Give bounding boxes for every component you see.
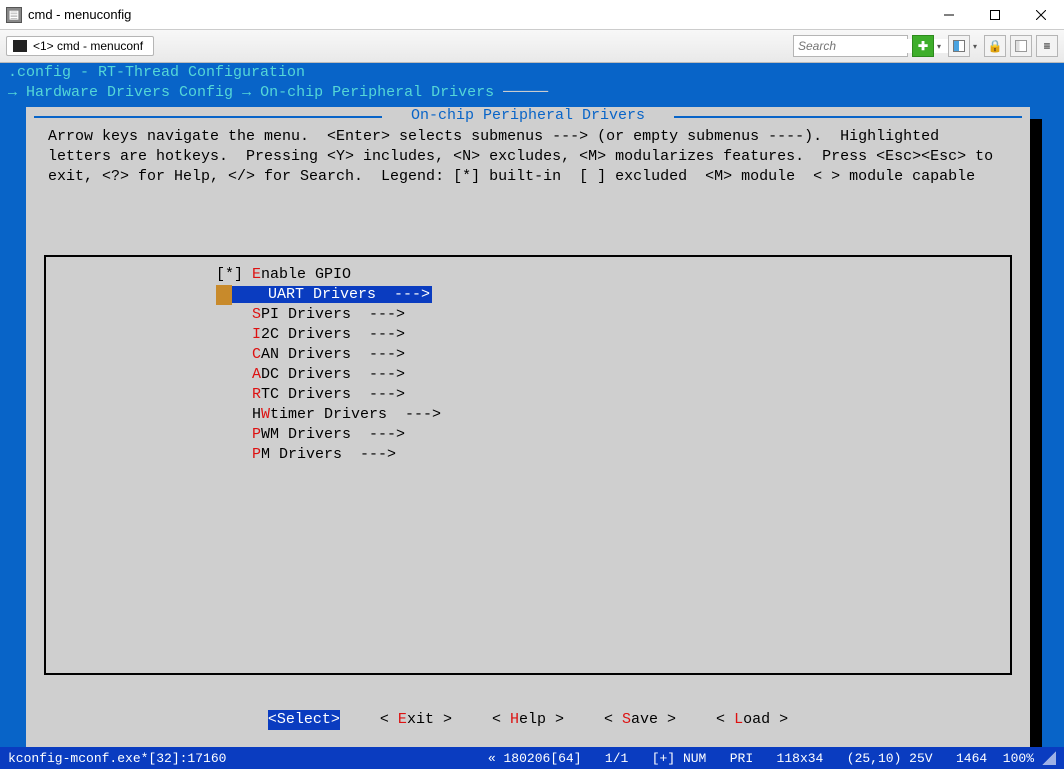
app-icon: ▤	[6, 7, 22, 23]
resize-grip-icon[interactable]	[1042, 751, 1056, 765]
window-title: cmd - menuconfig	[28, 7, 131, 22]
terminal-tab[interactable]: <1> cmd - menuconf	[6, 36, 154, 56]
menu-item[interactable]: UART Drivers --->	[216, 285, 432, 305]
exit-button[interactable]: < Exit >	[380, 710, 452, 730]
new-tab-dropdown[interactable]: ▾	[934, 42, 944, 51]
menu-item[interactable]: PWM Drivers --->	[216, 425, 441, 445]
lock-icon: 🔒	[988, 39, 1003, 53]
help-button[interactable]: < Help >	[492, 710, 564, 730]
lock-button[interactable]: 🔒	[984, 35, 1006, 57]
help-text: Arrow keys navigate the menu. <Enter> se…	[26, 127, 1030, 187]
split-icon	[953, 40, 965, 52]
menu-button[interactable]: ≡	[1036, 35, 1058, 57]
close-button[interactable]	[1018, 0, 1064, 30]
menu-item[interactable]: I2C Drivers --->	[216, 325, 441, 345]
terminal-icon	[13, 40, 27, 52]
breadcrumb: → Hardware Drivers Config → On-chip Peri…	[0, 83, 1064, 103]
plus-icon: ✚	[918, 39, 928, 53]
hamburger-icon: ≡	[1043, 39, 1050, 53]
save-button[interactable]: < Save >	[604, 710, 676, 730]
load-button[interactable]: < Load >	[716, 710, 788, 730]
menu-frame: [*] Enable GPIO UART Drivers ---> SPI Dr…	[44, 255, 1012, 675]
titlebar: ▤ cmd - menuconfig	[0, 0, 1064, 30]
status-right: « 180206[64] 1/1 [+] NUM PRI 118x34 (25,…	[488, 751, 1034, 766]
menu-item[interactable]: HWtimer Drivers --->	[216, 405, 441, 425]
status-left: kconfig-mconf.exe*[32]:17160	[8, 751, 226, 766]
button-row: <Select> < Exit > < Help > < Save > < Lo…	[26, 710, 1030, 730]
menuconfig-panel: On-chip Peripheral Drivers Arrow keys na…	[26, 107, 1030, 747]
panel-title-row: On-chip Peripheral Drivers	[26, 107, 1030, 127]
menu-item[interactable]: SPI Drivers --->	[216, 305, 441, 325]
maximize-icon	[990, 10, 1000, 20]
menu-list[interactable]: [*] Enable GPIO UART Drivers ---> SPI Dr…	[216, 265, 441, 465]
shadow	[1028, 119, 1042, 747]
new-tab-button[interactable]: ✚	[912, 35, 934, 57]
panel-button[interactable]	[1010, 35, 1032, 57]
menu-item[interactable]: CAN Drivers --->	[216, 345, 441, 365]
menu-item[interactable]: RTC Drivers --->	[216, 385, 441, 405]
terminal[interactable]: .config - RT-Thread Configuration → Hard…	[0, 63, 1064, 747]
maximize-button[interactable]	[972, 0, 1018, 30]
config-path: .config - RT-Thread Configuration	[8, 64, 305, 81]
menu-item[interactable]: ADC Drivers --->	[216, 365, 441, 385]
panel-icon	[1015, 40, 1027, 52]
split-dropdown[interactable]: ▾	[970, 42, 980, 51]
split-button[interactable]	[948, 35, 970, 57]
menu-item[interactable]: PM Drivers --->	[216, 445, 441, 465]
minimize-icon	[944, 10, 954, 20]
statusbar: kconfig-mconf.exe*[32]:17160 « 180206[64…	[0, 747, 1064, 769]
panel-title: On-chip Peripheral Drivers	[405, 107, 651, 124]
close-icon	[1036, 10, 1046, 20]
tab-label: <1> cmd - menuconf	[33, 39, 143, 53]
minimize-button[interactable]	[926, 0, 972, 30]
search-box[interactable]	[793, 35, 908, 57]
menu-item[interactable]: [*] Enable GPIO	[216, 265, 441, 285]
select-button[interactable]: <Select>	[268, 710, 340, 730]
toolbar: <1> cmd - menuconf ✚ ▾ ▾ 🔒 ≡	[0, 30, 1064, 63]
